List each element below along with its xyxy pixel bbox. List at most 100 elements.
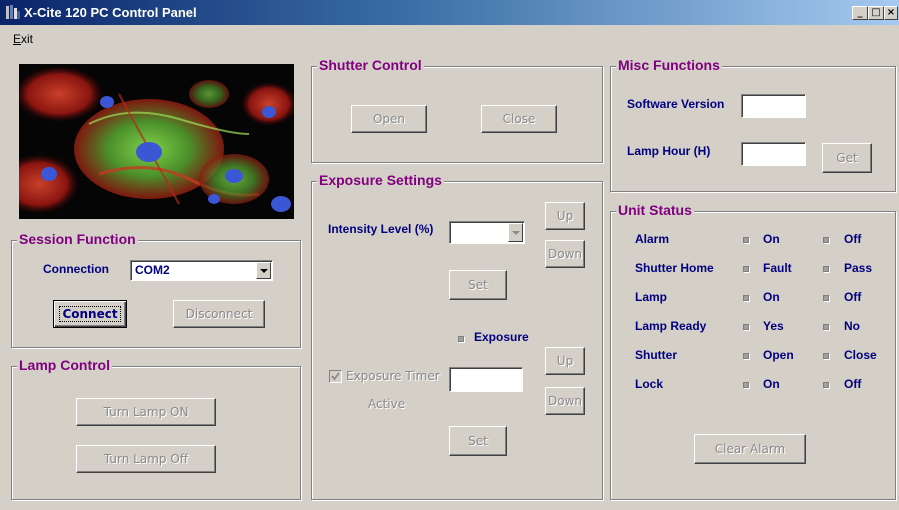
- status-shutter-home-label: Shutter Home: [635, 261, 714, 275]
- timer-up-button[interactable]: Up: [545, 347, 585, 375]
- status-lamp-ready-no-label: No: [844, 319, 860, 333]
- intensity-level-label: Intensity Level (%): [328, 222, 434, 236]
- status-alarm-on-label: On: [763, 232, 780, 246]
- minimize-icon: _: [857, 7, 863, 18]
- intensity-up-label: Up: [556, 209, 574, 223]
- status-alarm-off-indicator: [823, 237, 829, 243]
- chevron-down-icon[interactable]: [256, 262, 271, 279]
- status-lamp-ready-no-indicator: [823, 324, 829, 330]
- exposure-settings-group: Exposure Settings Intensity Level (%) Up…: [311, 172, 603, 500]
- turn-lamp-on-button[interactable]: Turn Lamp ON: [76, 398, 216, 426]
- status-lock-label: Lock: [635, 377, 664, 391]
- intensity-up-button[interactable]: Up: [545, 202, 585, 230]
- app-icon: [6, 5, 20, 19]
- maximize-button[interactable]: □: [868, 6, 884, 20]
- status-lamp-on-label: On: [763, 290, 780, 304]
- menu-exit-rest: xit: [21, 32, 34, 46]
- get-lamp-hour-label: Get: [836, 151, 858, 165]
- status-alarm-label: Alarm: [635, 232, 670, 246]
- connection-select-value: COM2: [135, 263, 170, 277]
- turn-lamp-on-label: Turn Lamp ON: [103, 405, 189, 419]
- title-bar[interactable]: X-Cite 120 PC Control Panel _ □ ×: [0, 0, 899, 25]
- status-alarm-off-label: Off: [844, 232, 862, 246]
- connect-button-label: Connect: [59, 306, 121, 322]
- status-lock-off-indicator: [823, 382, 829, 388]
- turn-lamp-off-button[interactable]: Turn Lamp Off: [76, 445, 216, 473]
- checkmark-icon: [331, 372, 340, 381]
- status-shutter-close-indicator: [823, 353, 829, 359]
- shutter-close-label: Close: [502, 112, 536, 126]
- session-function-group: Session Function Connection COM2 Connect…: [11, 231, 301, 348]
- session-function-title: Session Function: [17, 231, 138, 247]
- misc-functions-group: Misc Functions Software Version Lamp Hou…: [610, 57, 896, 192]
- lamp-hour-field: [741, 142, 806, 166]
- lamp-hour-label: Lamp Hour (H): [627, 144, 711, 158]
- shutter-close-button[interactable]: Close: [481, 105, 557, 133]
- menu-exit-mnemonic: E: [13, 32, 22, 46]
- shutter-open-button[interactable]: Open: [351, 105, 427, 133]
- exposure-timer-active-label: Active: [368, 397, 406, 411]
- exposure-timer-label: Exposure Timer: [346, 369, 440, 383]
- status-shutter-open-indicator: [743, 353, 749, 359]
- intensity-down-label: Down: [547, 247, 582, 261]
- status-lamp-ready-yes-indicator: [743, 324, 749, 330]
- microscopy-cell-image: [19, 64, 294, 219]
- status-shutter-label: Shutter: [635, 348, 677, 362]
- lamp-control-title: Lamp Control: [17, 357, 112, 373]
- status-shutter-close-label: Close: [844, 348, 877, 362]
- status-alarm-on-indicator: [743, 237, 749, 243]
- intensity-set-label: Set: [468, 278, 488, 292]
- intensity-set-button[interactable]: Set: [449, 270, 507, 300]
- status-shutter-open-label: Open: [763, 348, 794, 362]
- status-shutter-home-pass-indicator: [823, 266, 829, 272]
- timer-set-button[interactable]: Set: [449, 426, 507, 456]
- connect-button[interactable]: Connect: [53, 300, 127, 328]
- status-lamp-label: Lamp: [635, 290, 668, 304]
- intensity-level-select[interactable]: [449, 221, 525, 244]
- maximize-icon: □: [871, 7, 881, 18]
- timer-down-button[interactable]: Down: [545, 387, 585, 415]
- status-lamp-off-label: Off: [844, 290, 862, 304]
- status-lamp-on-indicator: [743, 295, 749, 301]
- status-shutter-home-fault-indicator: [743, 266, 749, 272]
- connection-label: Connection: [43, 262, 109, 276]
- status-lock-on-indicator: [743, 382, 749, 388]
- intensity-down-button[interactable]: Down: [545, 240, 585, 268]
- disconnect-button-label: Disconnect: [185, 307, 253, 321]
- status-lamp-ready-label: Lamp Ready: [635, 319, 707, 333]
- timer-up-label: Up: [556, 354, 574, 368]
- timer-set-label: Set: [468, 434, 488, 448]
- status-lamp-ready-yes-label: Yes: [763, 319, 784, 333]
- minimize-button[interactable]: _: [852, 6, 868, 20]
- shutter-open-label: Open: [372, 112, 406, 126]
- unit-status-title: Unit Status: [616, 202, 694, 218]
- lamp-control-group: Lamp Control Turn Lamp ON Turn Lamp Off: [11, 357, 301, 500]
- status-lamp-off-indicator: [823, 295, 829, 301]
- exposure-timer-checkbox[interactable]: [329, 370, 342, 383]
- menu-exit[interactable]: Exit: [13, 32, 33, 46]
- exposure-timer-input[interactable]: [449, 367, 523, 392]
- chevron-down-icon[interactable]: [508, 223, 523, 242]
- close-icon: ×: [886, 7, 896, 18]
- exposure-settings-title: Exposure Settings: [317, 172, 444, 188]
- disconnect-button[interactable]: Disconnect: [173, 300, 265, 328]
- status-shutter-home-pass-label: Pass: [844, 261, 873, 275]
- turn-lamp-off-label: Turn Lamp Off: [103, 452, 189, 466]
- status-lock-off-label: Off: [844, 377, 862, 391]
- software-version-label: Software Version: [627, 97, 725, 111]
- connection-select[interactable]: COM2: [130, 260, 273, 281]
- shutter-control-group: Shutter Control Open Close: [311, 57, 603, 163]
- window-title: X-Cite 120 PC Control Panel: [24, 5, 197, 20]
- timer-down-label: Down: [547, 394, 582, 408]
- close-window-button[interactable]: ×: [884, 6, 898, 20]
- clear-alarm-button[interactable]: Clear Alarm: [694, 434, 806, 464]
- exposure-indicator: [458, 336, 464, 342]
- unit-status-group: Unit Status Alarm On Off Shutter Home Fa…: [610, 202, 896, 500]
- exposure-indicator-label: Exposure: [474, 330, 529, 344]
- status-shutter-home-fault-label: Fault: [763, 261, 792, 275]
- get-lamp-hour-button[interactable]: Get: [822, 143, 872, 173]
- software-version-field: [741, 94, 806, 118]
- clear-alarm-label: Clear Alarm: [714, 442, 786, 456]
- status-lock-on-label: On: [763, 377, 780, 391]
- misc-functions-title: Misc Functions: [616, 57, 722, 73]
